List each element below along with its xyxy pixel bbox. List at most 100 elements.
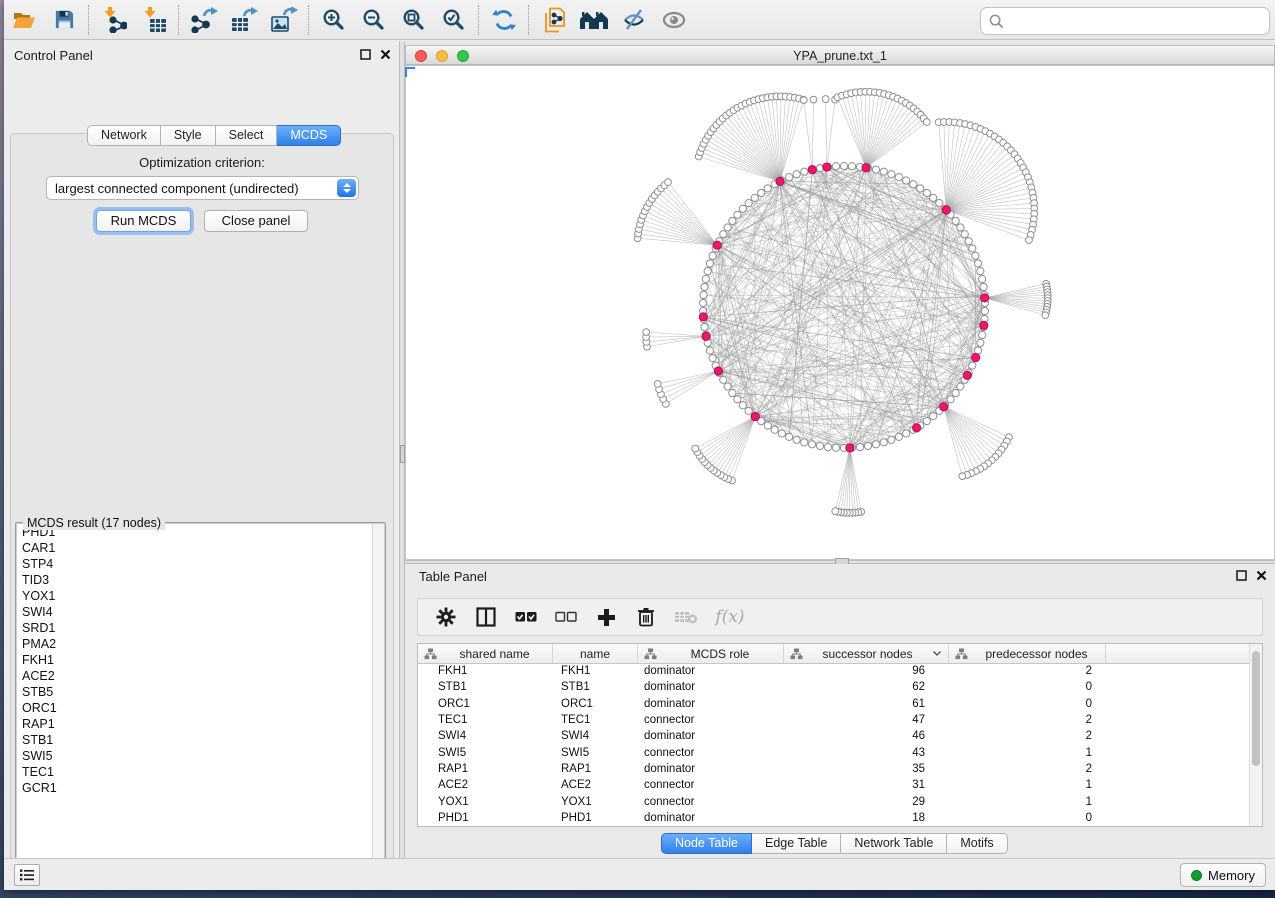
- delete-column-icon[interactable]: [633, 603, 659, 631]
- save-icon[interactable]: [44, 3, 84, 37]
- export-table-icon[interactable]: [224, 3, 264, 37]
- deselect-all-icon[interactable]: [553, 603, 579, 631]
- column-header-predecessor-nodes[interactable]: predecessor nodes: [949, 644, 1106, 663]
- float-panel-icon[interactable]: [1236, 570, 1247, 581]
- result-node[interactable]: STB1: [17, 732, 384, 748]
- toolbar-separator: [528, 5, 530, 35]
- result-node[interactable]: YOX1: [17, 588, 384, 604]
- close-panel-icon[interactable]: [380, 49, 391, 60]
- criterion-dropdown[interactable]: largest connected component (undirected): [46, 176, 359, 200]
- columns-icon[interactable]: [473, 603, 499, 631]
- result-node[interactable]: ORC1: [17, 700, 384, 716]
- table-row[interactable]: TEC1TEC1connector472: [418, 712, 1249, 728]
- memory-button[interactable]: Memory: [1180, 863, 1266, 887]
- function-builder-icon: f(x): [713, 603, 747, 631]
- cell-predecessor-nodes: 2: [949, 665, 1106, 677]
- close-panel-button[interactable]: Close panel: [204, 210, 308, 232]
- table-tab-edge-table[interactable]: Edge Table: [752, 833, 841, 854]
- table-row[interactable]: SWI5SWI5connector431: [418, 744, 1249, 760]
- import-table-icon[interactable]: [134, 3, 174, 37]
- column-header-name[interactable]: name: [553, 644, 638, 663]
- mcds-tab-content: NetworkStyleSelectMCDS Optimization crit…: [10, 133, 394, 886]
- add-column-icon[interactable]: [593, 603, 619, 631]
- status-bar: Memory: [4, 858, 1275, 890]
- table-toolbar: f(x): [417, 598, 1263, 636]
- result-node[interactable]: SWI4: [17, 604, 384, 620]
- result-node[interactable]: RAP1: [17, 716, 384, 732]
- result-list-scrollbar[interactable]: [372, 524, 384, 878]
- table-tab-node-table[interactable]: Node Table: [661, 833, 752, 854]
- table-panel-titlebar: Table Panel: [405, 566, 1275, 588]
- cell-name: YOX1: [553, 796, 638, 808]
- cell-successor-nodes: 61: [784, 698, 949, 710]
- import-network-icon[interactable]: [94, 3, 134, 37]
- table-row[interactable]: ORC1ORC1dominator610: [418, 696, 1249, 712]
- zoom-selected-icon[interactable]: [434, 3, 474, 37]
- open-file-icon[interactable]: [4, 3, 44, 37]
- gear-icon[interactable]: [433, 603, 459, 631]
- column-header-shared-name[interactable]: shared name: [418, 644, 553, 663]
- table-row[interactable]: YOX1YOX1connector291: [418, 793, 1249, 809]
- column-type-icon: [790, 648, 803, 660]
- column-type-icon: [955, 648, 968, 660]
- network-graph[interactable]: [406, 66, 1274, 559]
- result-node[interactable]: TEC1: [17, 764, 384, 780]
- table-row[interactable]: SWI4SWI4dominator462: [418, 728, 1249, 744]
- result-node[interactable]: SRD1: [17, 620, 384, 636]
- table-panel-title: Table Panel: [419, 569, 487, 584]
- float-panel-icon[interactable]: [360, 49, 371, 60]
- tab-style[interactable]: Style: [161, 125, 216, 146]
- result-node[interactable]: TID3: [17, 572, 384, 588]
- tab-select[interactable]: Select: [216, 125, 278, 146]
- result-node[interactable]: CAR1: [17, 540, 384, 556]
- result-node[interactable]: GCR1: [17, 780, 384, 796]
- export-network-icon[interactable]: [184, 3, 224, 37]
- search-input[interactable]: [1008, 10, 1269, 32]
- network-window-titlebar[interactable]: YPA_prune.txt_1: [405, 45, 1275, 65]
- table-tab-motifs[interactable]: Motifs: [947, 833, 1007, 854]
- table-row[interactable]: RAP1RAP1dominator352: [418, 761, 1249, 777]
- home-icon[interactable]: [574, 3, 614, 37]
- cell-name: SWI4: [553, 730, 638, 742]
- show-hidden-icon[interactable]: [654, 3, 694, 37]
- select-all-icon[interactable]: [513, 603, 539, 631]
- zoom-in-icon[interactable]: [314, 3, 354, 37]
- search-field[interactable]: [980, 7, 1270, 35]
- cell-name: PHD1: [553, 812, 638, 824]
- table-row[interactable]: STB1STB1dominator620: [418, 679, 1249, 695]
- export-image-icon[interactable]: [264, 3, 304, 37]
- cell-name: FKH1: [553, 665, 638, 677]
- result-node[interactable]: STB5: [17, 684, 384, 700]
- list-icon: [20, 869, 34, 881]
- hide-selected-icon[interactable]: [614, 3, 654, 37]
- result-node[interactable]: PMA2: [17, 636, 384, 652]
- zoom-fit-icon[interactable]: [394, 3, 434, 37]
- network-canvas[interactable]: [405, 65, 1275, 560]
- column-label: name: [553, 647, 637, 661]
- table-row[interactable]: ACE2ACE2connector311: [418, 777, 1249, 793]
- table-body[interactable]: FKH1FKH1dominator962STB1STB1dominator620…: [418, 663, 1249, 825]
- cell-successor-nodes: 47: [784, 714, 949, 726]
- cell-mcds-role: connector: [638, 747, 784, 759]
- close-panel-icon[interactable]: [1256, 570, 1267, 581]
- zoom-out-icon[interactable]: [354, 3, 394, 37]
- cell-mcds-role: connector: [638, 779, 784, 791]
- result-node[interactable]: ACE2: [17, 668, 384, 684]
- table-tab-network-table[interactable]: Network Table: [841, 833, 947, 854]
- run-mcds-button[interactable]: Run MCDS: [96, 210, 191, 232]
- refresh-icon[interactable]: [484, 3, 524, 37]
- table-row[interactable]: FKH1FKH1dominator962: [418, 663, 1249, 679]
- table-row[interactable]: PHD1PHD1dominator180: [418, 810, 1249, 825]
- table-scrollbar[interactable]: [1249, 644, 1262, 826]
- result-node[interactable]: STP4: [17, 556, 384, 572]
- tab-mcds[interactable]: MCDS: [277, 125, 341, 146]
- clone-network-icon[interactable]: [534, 3, 574, 37]
- result-node[interactable]: SWI5: [17, 748, 384, 764]
- tab-network[interactable]: Network: [87, 125, 161, 146]
- column-header-successor-nodes[interactable]: successor nodes: [784, 644, 949, 663]
- column-header-mcds-role[interactable]: MCDS role: [638, 644, 784, 663]
- scrollbar-thumb[interactable]: [1252, 651, 1260, 766]
- mcds-result-list[interactable]: PHD1CAR1STP4TID3YOX1SWI4SRD1PMA2FKH1ACE2…: [16, 523, 385, 879]
- task-history-button[interactable]: [14, 864, 40, 886]
- result-node[interactable]: FKH1: [17, 652, 384, 668]
